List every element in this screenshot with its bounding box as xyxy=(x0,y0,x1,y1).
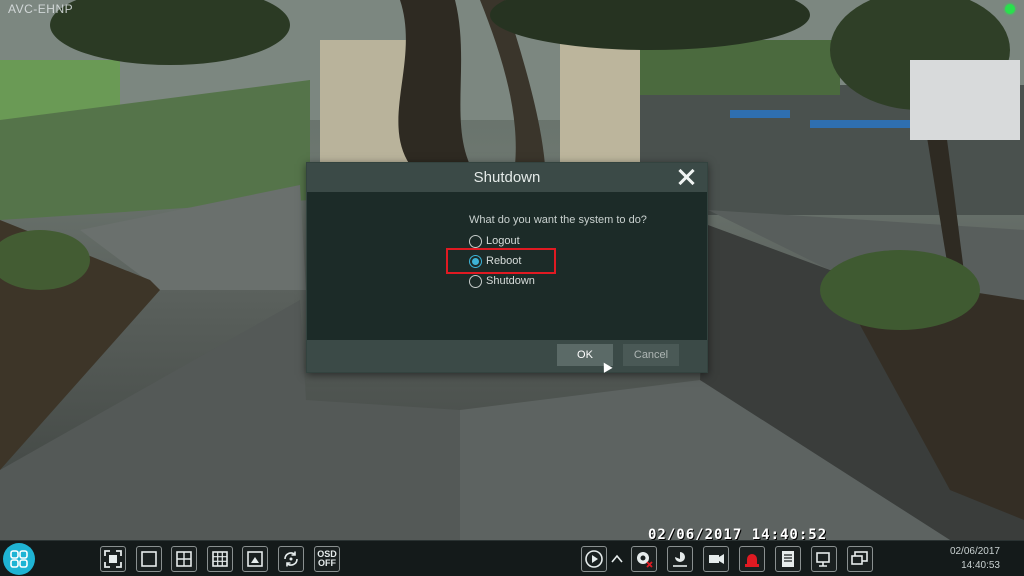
alarm-button[interactable] xyxy=(739,546,765,572)
logout-radio-option[interactable]: Logout xyxy=(469,233,520,249)
osd-state-label: OFF xyxy=(318,558,336,568)
record-camera-icon xyxy=(709,554,724,564)
nvr-screen: AVC-EHNP 02/06/2017 14:40:52 Shutdown Wh… xyxy=(0,0,1024,576)
layout-1-button[interactable] xyxy=(136,546,162,572)
reboot-radio-option[interactable]: Reboot xyxy=(469,253,521,269)
disk-info-button[interactable] xyxy=(775,546,801,572)
option-label: Reboot xyxy=(486,255,522,267)
information-button[interactable] xyxy=(847,546,873,572)
ptz-button[interactable] xyxy=(667,546,693,572)
quad-view-icon xyxy=(176,551,192,567)
start-menu-button[interactable] xyxy=(3,543,35,575)
dialog-titlebar: Shutdown xyxy=(307,163,707,192)
fullscreen-icon xyxy=(104,550,122,568)
custom-layout-icon xyxy=(247,551,263,567)
clock-date: 02/06/2017 xyxy=(949,546,1000,557)
cancel-button[interactable]: Cancel xyxy=(623,344,679,366)
close-icon[interactable] xyxy=(677,168,695,186)
single-view-icon xyxy=(141,551,157,567)
radio-button[interactable] xyxy=(469,234,482,248)
expand-up-button[interactable] xyxy=(610,551,624,567)
network-button[interactable] xyxy=(811,546,837,572)
grid-menu-icon xyxy=(10,550,28,568)
camera-audio-off-icon xyxy=(637,552,653,568)
recording-status-icon xyxy=(1005,4,1015,14)
sequence-button[interactable] xyxy=(278,546,304,572)
dialog-title: Shutdown xyxy=(473,169,541,186)
play-icon xyxy=(585,550,603,568)
playback-button[interactable] xyxy=(581,546,607,572)
custom-layout-button[interactable] xyxy=(242,546,268,572)
audio-mute-button[interactable] xyxy=(631,546,657,572)
cycle-icon xyxy=(284,551,298,567)
nine-view-icon xyxy=(212,551,228,567)
monitor-icon xyxy=(851,551,868,565)
network-icon xyxy=(816,552,830,567)
ptz-icon xyxy=(673,552,687,567)
layout-9-button[interactable] xyxy=(207,546,233,572)
chevron-up-icon xyxy=(611,554,623,563)
fullscreen-button[interactable] xyxy=(100,546,126,572)
alarm-siren-icon xyxy=(745,554,759,567)
camera-overlay-timestamp: 02/06/2017 14:40:52 xyxy=(648,527,828,540)
bottom-taskbar: OSD OFF 02/06/2017 14:40:53 xyxy=(0,540,1024,576)
layout-4-button[interactable] xyxy=(171,546,197,572)
dialog-question: What do you want the system to do? xyxy=(469,214,647,226)
system-clock: 02/06/2017 14:40:53 xyxy=(950,545,1000,573)
radio-button-selected[interactable] xyxy=(469,254,482,268)
radio-button[interactable] xyxy=(469,274,482,288)
osd-toggle-button[interactable]: OSD OFF xyxy=(314,546,340,572)
camera-name-label: AVC-EHNP xyxy=(8,2,74,16)
dialog-footer: OK Cancel xyxy=(307,340,707,373)
option-label: Shutdown xyxy=(486,275,535,287)
hard-disk-icon xyxy=(782,551,794,567)
shutdown-dialog: Shutdown What do you want the system to … xyxy=(306,162,708,373)
manual-record-button[interactable] xyxy=(703,546,729,572)
option-label: Logout xyxy=(486,235,520,247)
clock-time: 14:40:53 xyxy=(961,560,1000,571)
shutdown-radio-option[interactable]: Shutdown xyxy=(469,273,535,289)
